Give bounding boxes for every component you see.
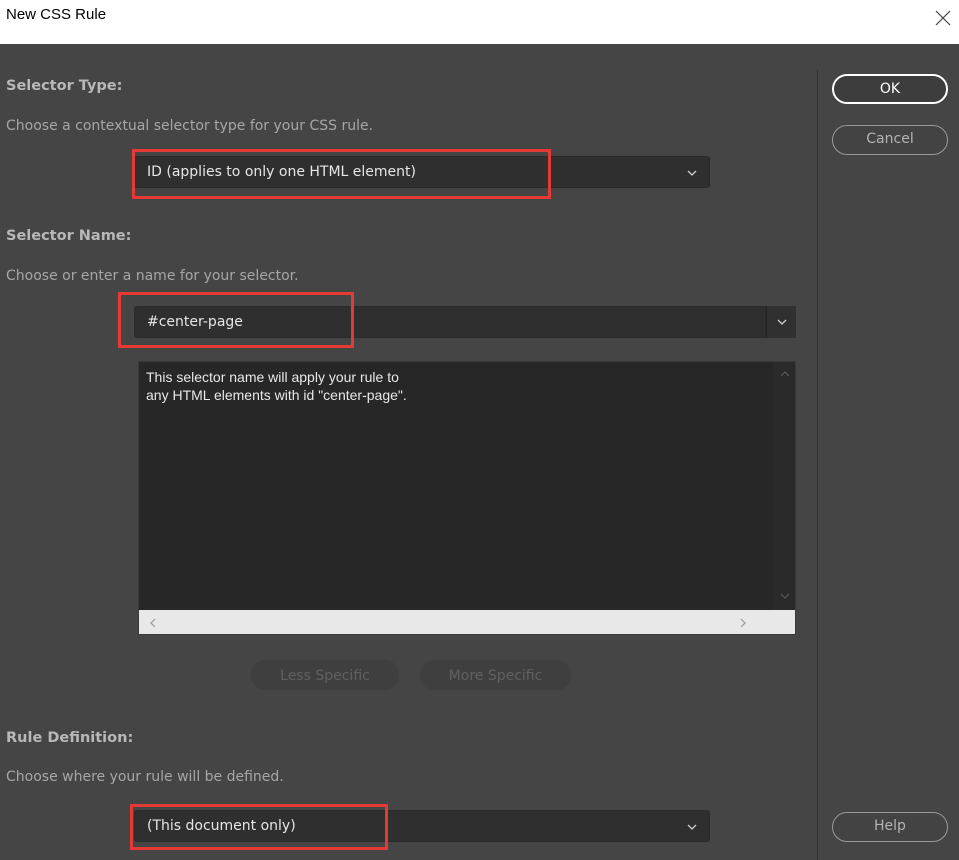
vertical-scrollbar[interactable] bbox=[773, 362, 795, 610]
selector-name-dropdown-button[interactable] bbox=[766, 306, 796, 338]
title-bar: New CSS Rule bbox=[0, 0, 959, 44]
side-divider bbox=[817, 70, 818, 860]
selector-description-line-2: any HTML elements with id "center-page". bbox=[146, 387, 407, 403]
rule-definition-hint: Choose where your rule will be defined. bbox=[6, 769, 284, 785]
selector-type-hint: Choose a contextual selector type for yo… bbox=[6, 118, 374, 134]
selector-name-heading: Selector Name: bbox=[6, 228, 132, 244]
cancel-button[interactable]: Cancel bbox=[832, 125, 948, 155]
scroll-down-icon[interactable] bbox=[780, 592, 790, 600]
selector-type-value: ID (applies to only one HTML element) bbox=[147, 164, 416, 180]
selector-name-input[interactable]: #center-page bbox=[134, 306, 766, 338]
window-title: New CSS Rule bbox=[6, 6, 107, 23]
close-icon[interactable] bbox=[934, 9, 952, 27]
selector-description-box: This selector name will apply your rule … bbox=[138, 361, 796, 635]
selector-name-value: #center-page bbox=[147, 314, 243, 330]
selector-type-dropdown[interactable]: ID (applies to only one HTML element) bbox=[134, 156, 710, 188]
scroll-left-icon[interactable] bbox=[149, 618, 157, 628]
selector-description-line-1: This selector name will apply your rule … bbox=[146, 369, 399, 385]
horizontal-scrollbar[interactable] bbox=[139, 610, 795, 634]
scroll-up-icon[interactable] bbox=[780, 370, 790, 378]
rule-definition-dropdown[interactable]: (This document only) bbox=[134, 810, 710, 842]
ok-button[interactable]: OK bbox=[832, 74, 948, 104]
chevron-down-icon bbox=[777, 319, 787, 325]
selector-name-hint: Choose or enter a name for your selector… bbox=[6, 268, 299, 284]
help-button[interactable]: Help bbox=[832, 812, 948, 842]
scroll-right-icon[interactable] bbox=[739, 618, 747, 628]
selector-type-heading: Selector Type: bbox=[6, 78, 123, 94]
rule-definition-value: (This document only) bbox=[147, 818, 296, 834]
more-specific-button[interactable]: More Specific bbox=[419, 659, 572, 691]
chevron-down-icon bbox=[687, 170, 697, 176]
rule-definition-heading: Rule Definition: bbox=[6, 730, 134, 746]
chevron-down-icon bbox=[687, 824, 697, 830]
less-specific-button[interactable]: Less Specific bbox=[250, 659, 400, 691]
